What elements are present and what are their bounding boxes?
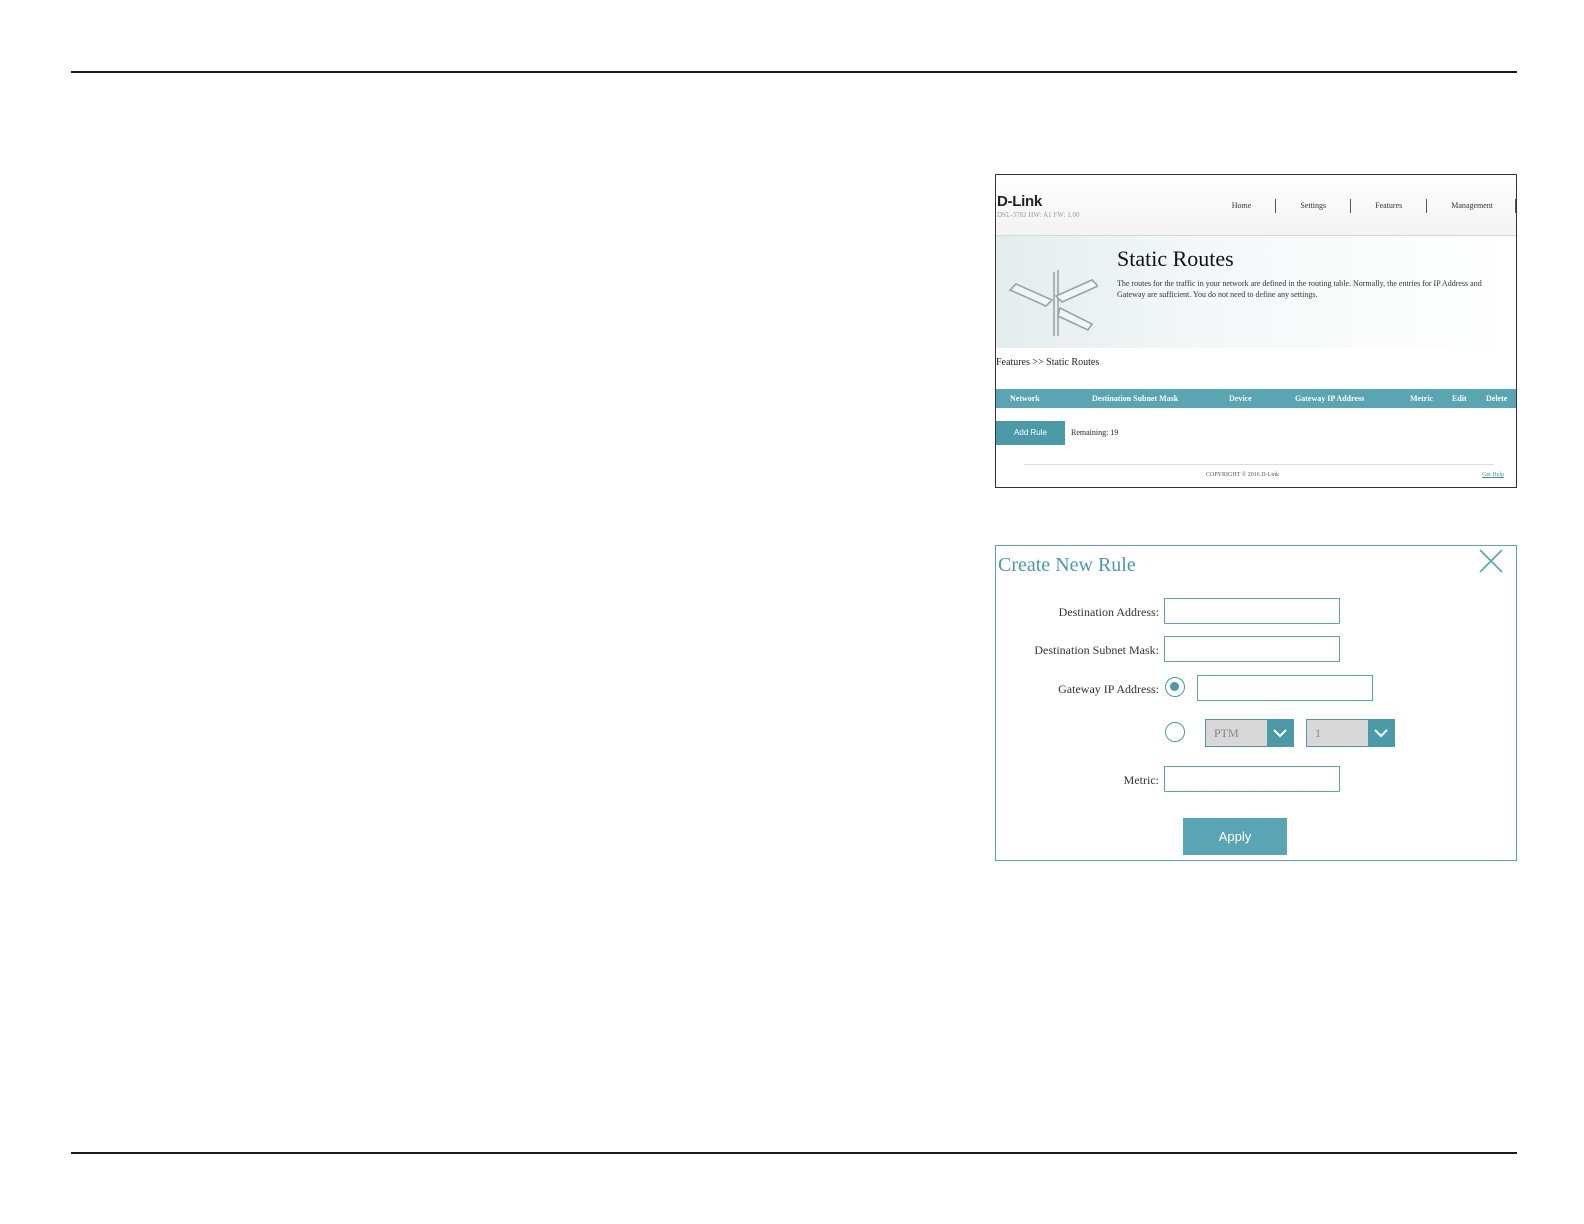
gateway-ip-radio[interactable]	[1165, 677, 1185, 697]
nav-settings[interactable]: Settings	[1275, 199, 1350, 213]
nav-management[interactable]: Management	[1426, 199, 1516, 213]
destination-address-label: Destination Address:	[1058, 605, 1159, 619]
routes-table-header: Network Destination Subnet Mask Device G…	[996, 389, 1516, 408]
column-gateway-ip-address: Gateway IP Address	[1295, 394, 1365, 403]
remaining-count: Remaining: 19	[1071, 428, 1119, 437]
top-bar: D-Link DSL-3782 HW: A1 FW: 1.00 Home Set…	[996, 175, 1516, 236]
footer-divider	[1024, 464, 1494, 465]
destination-subnet-mask-input[interactable]	[1164, 636, 1340, 662]
destination-address-input[interactable]	[1164, 598, 1340, 624]
static-routes-screenshot: D-Link DSL-3782 HW: A1 FW: 1.00 Home Set…	[995, 174, 1517, 488]
copyright: COPYRIGHT © 2016 D-Link	[1206, 472, 1279, 478]
column-device: Device	[1229, 394, 1252, 403]
close-icon[interactable]	[1478, 548, 1504, 574]
model-info: DSL-3782 HW: A1 FW: 1.00	[997, 211, 1080, 219]
apply-button[interactable]: Apply	[1183, 818, 1287, 855]
page-banner: Static Routes The routes for the traffic…	[996, 236, 1516, 348]
add-rule-button[interactable]: Add Rule	[996, 421, 1065, 445]
interface-select[interactable]: PTM	[1205, 719, 1294, 747]
chevron-down-icon	[1368, 720, 1394, 746]
metric-label: Metric:	[1123, 773, 1159, 787]
column-network: Network	[1010, 394, 1040, 403]
nav-home[interactable]: Home	[1208, 199, 1276, 213]
interface-radio[interactable]	[1165, 722, 1185, 742]
dialog-title: Create New Rule	[998, 554, 1136, 576]
page-description: The routes for the traffic in your netwo…	[1117, 279, 1482, 299]
breadcrumb: Features >> Static Routes	[996, 357, 1100, 368]
index-select[interactable]: 1	[1306, 719, 1395, 747]
page-top-rule	[71, 71, 1517, 73]
nav-features[interactable]: Features	[1350, 199, 1426, 213]
column-metric: Metric	[1410, 394, 1434, 403]
chevron-down-icon	[1267, 720, 1293, 746]
get-help-link[interactable]: Get Help	[1482, 472, 1504, 478]
metric-input[interactable]	[1164, 766, 1340, 792]
destination-subnet-mask-label: Destination Subnet Mask:	[1034, 643, 1159, 657]
main-nav: Home Settings Features Management	[1208, 199, 1516, 213]
interface-select-value: PTM	[1214, 726, 1239, 740]
create-rule-dialog: Create New Rule Destination Address: Des…	[995, 545, 1517, 861]
gateway-ip-address-label: Gateway IP Address:	[1058, 682, 1159, 696]
column-edit: Edit	[1452, 394, 1467, 403]
gateway-ip-address-input[interactable]	[1197, 675, 1373, 701]
column-destination-subnet-mask: Destination Subnet Mask	[1092, 394, 1179, 403]
index-select-value: 1	[1315, 726, 1321, 740]
dlink-logo: D-Link	[997, 193, 1042, 210]
column-delete: Delete	[1486, 394, 1508, 403]
page-bottom-rule	[71, 1152, 1517, 1154]
signpost-icon	[1008, 270, 1098, 336]
page-title: Static Routes	[1117, 246, 1234, 271]
